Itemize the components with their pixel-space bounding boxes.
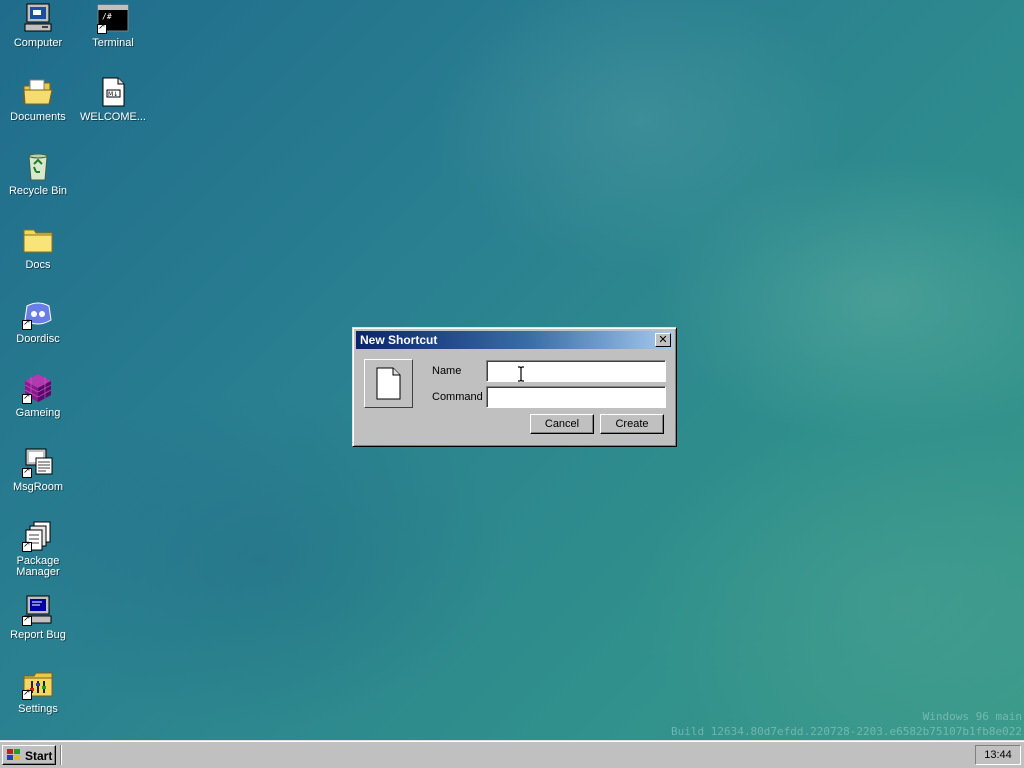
- computer-icon: [22, 2, 54, 34]
- shortcut-arrow-icon: [22, 540, 32, 552]
- desktop-icon-recycle-bin[interactable]: Recycle Bin: [1, 150, 75, 197]
- icon-label: Documents: [10, 111, 66, 123]
- markdown-file-icon: M↓: [97, 76, 129, 108]
- command-label: Command: [432, 391, 483, 403]
- markdown-badge-text: M↓: [108, 91, 118, 98]
- close-icon: ✕: [658, 333, 668, 346]
- icon-label: Package Manager: [16, 555, 60, 578]
- name-input[interactable]: [486, 360, 666, 382]
- system-tray-clock[interactable]: 13:44: [975, 745, 1021, 765]
- folder-icon: [22, 224, 54, 256]
- desktop: Computer /# Terminal Documents: [0, 0, 1024, 740]
- doordisc-icon: [22, 298, 54, 330]
- terminal-prompt-text: /#: [102, 12, 112, 21]
- package-manager-icon: [22, 520, 54, 552]
- name-label: Name: [432, 365, 462, 377]
- shortcut-arrow-icon: [22, 688, 32, 700]
- desktop-icon-gameing[interactable]: Gameing: [1, 372, 75, 419]
- report-bug-icon: [22, 594, 54, 626]
- shortcut-arrow-icon: [22, 392, 32, 404]
- shortcut-arrow-icon: [22, 318, 32, 330]
- version-line-1: Windows 96 main: [922, 710, 1022, 723]
- new-shortcut-dialog: New Shortcut ✕ Name Command Cancel Creat…: [352, 327, 677, 447]
- shortcut-icon-button[interactable]: [364, 359, 413, 408]
- game-cube-icon: [22, 372, 54, 404]
- shortcut-arrow-icon: [97, 22, 107, 34]
- version-line-2: Build 12634.80d7efdd.220728-2203.e6582b7…: [671, 725, 1022, 738]
- icon-label: Docs: [25, 259, 51, 271]
- blank-file-icon: [376, 367, 401, 400]
- start-label: Start: [25, 749, 53, 763]
- icon-label: Computer: [13, 37, 63, 49]
- recycle-bin-icon: [22, 150, 54, 182]
- taskbar: Start 13:44: [0, 740, 1024, 768]
- icon-label: Recycle Bin: [8, 185, 68, 197]
- desktop-icon-package-manager[interactable]: Package Manager: [1, 520, 75, 578]
- ibeam-cursor-icon: [518, 366, 524, 382]
- desktop-icon-settings[interactable]: Settings: [1, 668, 75, 715]
- shortcut-arrow-icon: [22, 614, 32, 626]
- taskbar-separator: [60, 745, 62, 765]
- close-button[interactable]: ✕: [655, 333, 671, 347]
- documents-folder-icon: [22, 76, 54, 108]
- dialog-titlebar[interactable]: New Shortcut ✕: [356, 331, 673, 349]
- terminal-icon: /#: [97, 2, 129, 34]
- desktop-icon-msgroom[interactable]: MsgRoom: [1, 446, 75, 493]
- icon-label: Settings: [18, 703, 58, 715]
- desktop-icon-docs[interactable]: Docs: [1, 224, 75, 271]
- cancel-button[interactable]: Cancel: [530, 414, 594, 434]
- desktop-icon-terminal[interactable]: /# Terminal: [76, 2, 150, 49]
- desktop-icon-documents[interactable]: Documents: [1, 76, 75, 123]
- create-button[interactable]: Create: [600, 414, 664, 434]
- desktop-icon-welcome[interactable]: M↓ WELCOME...: [76, 76, 150, 123]
- desktop-icon-report-bug[interactable]: Report Bug: [1, 594, 75, 641]
- shortcut-arrow-icon: [22, 466, 32, 478]
- icon-label: MsgRoom: [12, 481, 64, 493]
- dialog-title: New Shortcut: [360, 333, 438, 347]
- clock: 13:44: [984, 749, 1012, 761]
- icon-label: Gameing: [15, 407, 61, 419]
- icon-label: WELCOME...: [79, 111, 146, 123]
- start-logo-icon: [7, 749, 20, 760]
- desktop-icon-doordisc[interactable]: Doordisc: [1, 298, 75, 345]
- command-input[interactable]: [486, 386, 666, 408]
- icon-label: Doordisc: [16, 333, 60, 345]
- settings-icon: [22, 668, 54, 700]
- version-watermark: Windows 96 main Build 12634.80d7efdd.220…: [671, 709, 1022, 739]
- start-button[interactable]: Start: [2, 745, 56, 765]
- msgroom-icon: [22, 446, 54, 478]
- desktop-icon-computer[interactable]: Computer: [1, 2, 75, 49]
- icon-label: Terminal: [92, 37, 134, 49]
- icon-label: Report Bug: [10, 629, 66, 641]
